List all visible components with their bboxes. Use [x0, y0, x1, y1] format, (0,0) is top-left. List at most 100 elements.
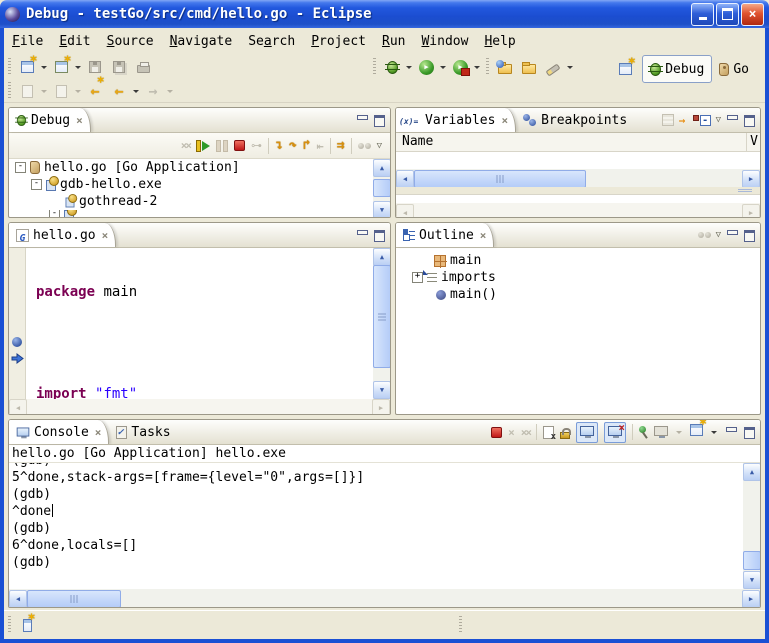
show-stderr-button[interactable] — [604, 422, 626, 443]
console-vscrollbar[interactable]: ▲ ▼ — [743, 463, 760, 589]
outline-extra-icon[interactable] — [698, 232, 711, 238]
outline-tab-close-icon[interactable]: × — [480, 229, 487, 242]
tab-hello-go[interactable]: hello.go × — [9, 223, 116, 247]
eclipse-logo-icon[interactable] — [5, 7, 20, 22]
breakpoint-marker-icon[interactable] — [12, 337, 22, 347]
variables-table-body[interactable] — [396, 152, 760, 169]
debug-vscrollbar[interactable]: ▲ ▼ — [373, 159, 390, 218]
scroll-down-icon[interactable]: ▼ — [743, 571, 760, 589]
remove-all-terminated-launches-button[interactable]: ×× — [521, 426, 530, 439]
tab-outline[interactable]: Outline × — [396, 223, 494, 247]
menu-run[interactable]: Run — [374, 31, 413, 52]
print-button[interactable] — [131, 56, 155, 78]
pin-console-button[interactable] — [639, 426, 648, 439]
outline-view-menu-icon[interactable]: ▽ — [716, 230, 721, 240]
run-dropdown[interactable] — [440, 66, 446, 69]
show-type-names-button[interactable] — [662, 114, 674, 126]
outline-item-imports[interactable]: imports — [396, 269, 760, 286]
outline-item-main-func[interactable]: main() — [396, 286, 760, 303]
console-output[interactable]: (gdb) 5^done,stack-args=[frame={level="0… — [9, 463, 760, 589]
run-external-tools-dropdown[interactable] — [474, 66, 480, 69]
debug-tree-row-thread[interactable]: gothread-2 — [9, 193, 390, 210]
scroll-right-icon[interactable]: ▶ — [742, 590, 760, 608]
scroll-up-icon[interactable]: ▲ — [373, 159, 390, 177]
display-selected-console-button[interactable] — [654, 425, 668, 440]
run-external-tools-button[interactable] — [448, 56, 472, 78]
menu-file[interactable]: File — [4, 31, 51, 52]
console-tab-close-icon[interactable]: × — [95, 426, 102, 439]
menu-edit[interactable]: Edit — [51, 31, 98, 52]
debug-extra-icon[interactable] — [358, 143, 371, 149]
close-button[interactable]: × — [741, 3, 764, 26]
fast-view-button[interactable] — [15, 614, 39, 636]
step-into-button[interactable]: ↴ — [275, 139, 283, 152]
scroll-left-icon[interactable]: ◀ — [9, 590, 27, 608]
scroll-right-icon[interactable]: ▶ — [742, 170, 760, 188]
previous-annotation-button[interactable] — [49, 80, 73, 102]
outline-minimize-button[interactable] — [726, 230, 738, 240]
open-console-dropdown[interactable] — [711, 431, 717, 434]
next-annotation-dropdown[interactable] — [41, 90, 47, 93]
scroll-right-icon[interactable]: ▶ — [372, 399, 390, 415]
back-button[interactable]: ← — [107, 80, 131, 102]
scroll-lock-button[interactable] — [560, 432, 570, 439]
open-console-button[interactable] — [690, 424, 703, 440]
scroll-thumb[interactable] — [414, 170, 586, 188]
last-edit-location-button[interactable]: ← — [83, 80, 107, 102]
save-all-button[interactable] — [107, 56, 131, 78]
console-minimize-button[interactable] — [725, 427, 737, 437]
forward-dropdown[interactable] — [167, 90, 173, 93]
scroll-thumb[interactable] — [743, 551, 760, 570]
new-wizard-dropdown[interactable] — [41, 66, 47, 69]
outline-item-main-package[interactable]: main — [396, 252, 760, 269]
variables-view-menu-icon[interactable]: ▽ — [716, 115, 721, 125]
run-button[interactable] — [414, 56, 438, 78]
scroll-thumb[interactable] — [27, 590, 121, 608]
scroll-left-icon[interactable]: ◀ — [396, 204, 414, 218]
open-folder-button[interactable] — [517, 56, 541, 78]
editor-vscrollbar[interactable]: ▲ ▼ — [373, 248, 390, 399]
search-dropdown[interactable] — [567, 66, 573, 69]
scroll-left-icon[interactable]: ◀ — [9, 399, 27, 415]
perspective-debug-button[interactable]: Debug — [642, 55, 712, 83]
menu-help[interactable]: Help — [476, 31, 523, 52]
tab-breakpoints[interactable]: Breakpoints — [516, 108, 634, 132]
expand-expander-icon[interactable] — [412, 272, 423, 283]
debug-view-menu-icon[interactable]: ▽ — [377, 141, 382, 151]
variables-maximize-button[interactable] — [743, 115, 755, 125]
sash-grip[interactable] — [738, 189, 752, 192]
scroll-up-icon[interactable]: ▲ — [373, 248, 390, 266]
debug-maximize-button[interactable] — [373, 115, 385, 125]
debug-minimize-button[interactable] — [356, 115, 368, 125]
variables-minimize-button[interactable] — [726, 115, 738, 125]
open-perspective-button[interactable] — [613, 58, 637, 80]
resume-button[interactable] — [196, 140, 210, 152]
tab-variables[interactable]: Variables × — [396, 108, 516, 132]
use-step-filters-button[interactable]: ⇉ — [337, 139, 345, 152]
minimize-button[interactable] — [691, 3, 714, 26]
new-go-project-dropdown[interactable] — [75, 66, 81, 69]
scroll-left-icon[interactable]: ◀ — [396, 170, 414, 188]
variables-column-value[interactable]: V — [746, 133, 758, 151]
collapse-expander-icon[interactable] — [15, 162, 26, 173]
clear-console-button[interactable] — [543, 426, 554, 439]
menu-source[interactable]: Source — [99, 31, 162, 52]
remove-launch-button[interactable]: × — [508, 426, 515, 439]
search-button[interactable] — [541, 56, 565, 78]
debug-tree-row-partial[interactable] — [9, 210, 390, 218]
scroll-right-icon[interactable]: ▶ — [742, 204, 760, 218]
next-annotation-button[interactable] — [15, 80, 39, 102]
terminate-button[interactable] — [234, 140, 245, 151]
step-return-button[interactable]: ↱ — [303, 139, 311, 152]
new-wizard-button[interactable] — [15, 56, 39, 78]
scroll-thumb[interactable] — [373, 265, 390, 368]
scroll-down-icon[interactable]: ▼ — [373, 381, 390, 399]
editor-minimize-button[interactable] — [356, 230, 368, 240]
console-hscrollbar[interactable]: ◀ ▶ — [9, 589, 760, 607]
editor-ruler[interactable] — [9, 248, 26, 399]
menu-project[interactable]: Project — [303, 31, 374, 52]
variables-hscrollbar[interactable]: ◀ ▶ — [396, 169, 760, 187]
debug-tree-row-process[interactable]: gdb-hello.exe — [9, 176, 390, 193]
previous-annotation-dropdown[interactable] — [75, 90, 81, 93]
debug-button[interactable] — [380, 56, 404, 78]
